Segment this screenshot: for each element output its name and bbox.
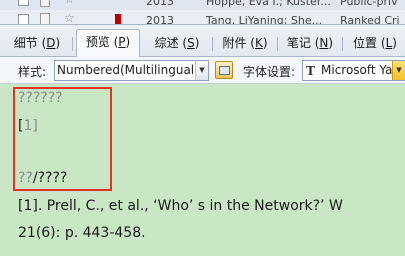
edit-style-icon[interactable]: [215, 61, 233, 79]
row-authors: Hoppe, Eva I.; Kuster...: [206, 0, 331, 8]
tab-notes[interactable]: 笔记 (N): [279, 31, 341, 57]
raw-footer: ??/????: [18, 170, 67, 186]
document-icon: [40, 13, 50, 24]
tab-label: 笔记: [286, 36, 311, 50]
font-icon: T: [306, 64, 315, 78]
tab-hotkey: L: [385, 36, 393, 50]
row-source: Ranked Cri: [340, 14, 400, 25]
chevron-down-icon[interactable]: ▼: [392, 61, 405, 80]
row-year: 2013: [146, 14, 174, 25]
row-source: Public-priv: [340, 0, 398, 8]
raw-footer-part: ??: [18, 170, 33, 186]
star-icon[interactable]: ☆: [64, 0, 75, 6]
tab-label: 综述: [154, 36, 179, 50]
chevron-down-icon[interactable]: ▼: [195, 61, 208, 80]
tab-label: 细节: [13, 36, 38, 50]
raw-citation-number: [1]: [18, 118, 38, 134]
detail-tab-bar: 细节 (D) 预览 (P) 综述 (S) 附件 (K) 笔记 (N) 位置 (L…: [0, 25, 405, 58]
raw-title: ??????: [18, 90, 63, 106]
tab-hotkey: D: [46, 36, 56, 50]
font-select[interactable]: T Microsoft Yah ▼: [302, 60, 405, 81]
tab-location[interactable]: 位置 (L): [345, 31, 405, 57]
tab-hotkey: P: [118, 35, 126, 49]
raw-footer-part: /????: [32, 170, 68, 186]
tab-hotkey: N: [319, 36, 329, 50]
star-icon[interactable]: ☆: [64, 11, 75, 24]
row-checkbox[interactable]: [18, 0, 29, 6]
row-authors: Tang, LiYaning; She...: [206, 14, 323, 25]
bracket: ]: [32, 118, 38, 134]
row-year: 2013: [146, 0, 174, 8]
formatted-citation-line: 21(6): p. 443-458.: [18, 225, 146, 241]
tab-attachments[interactable]: 附件 (K): [214, 31, 276, 57]
preview-pane: ?????? [1] ??/???? [1]. Prell, C., et al…: [0, 84, 405, 256]
tab-summary[interactable]: 综述 (S): [146, 31, 208, 57]
flag-icon: [115, 14, 121, 24]
style-select-value: Numbered(Multilingual: [57, 63, 195, 77]
tab-hotkey: K: [254, 36, 263, 50]
style-label: 样式:: [18, 65, 47, 79]
row-checkbox[interactable]: [18, 14, 29, 24]
tab-preview[interactable]: 预览 (P): [76, 29, 140, 58]
font-select-value: Microsoft Yah: [321, 63, 401, 77]
document-icon: [40, 0, 50, 7]
style-toolbar: 样式: Numbered(Multilingual ▼ 字体设置: T Micr…: [0, 57, 405, 84]
tab-hotkey: S: [187, 36, 195, 50]
tab-details[interactable]: 细节 (D): [6, 31, 68, 57]
style-select[interactable]: Numbered(Multilingual ▼: [54, 60, 209, 81]
reference-row[interactable]: ☆ 2013 Tang, LiYaning; She... Ranked Cri: [0, 10, 405, 25]
formatted-citation-line: [1]. Prell, C., et al., ‘Who’ s in the N…: [18, 198, 343, 214]
reference-list-strip: ☆ 2013 Hoppe, Eva I.; Kuster... Public-p…: [0, 0, 405, 25]
font-settings-label: 字体设置:: [243, 65, 296, 79]
tab-label: 附件: [222, 36, 247, 50]
tab-label: 位置: [353, 36, 378, 50]
tab-label: 预览: [85, 35, 110, 49]
